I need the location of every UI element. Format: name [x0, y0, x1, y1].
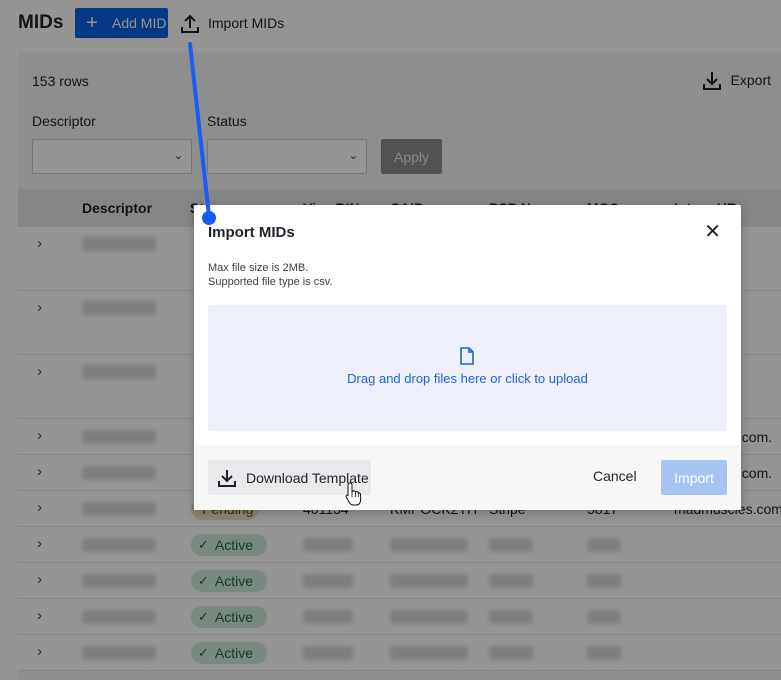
- download-icon: [218, 469, 236, 487]
- import-mids-dialog: Import MIDs ✕ Max file size is 2MB. Supp…: [194, 205, 741, 510]
- dialog-footer: Download Template Cancel Import: [194, 445, 741, 510]
- download-template-button[interactable]: Download Template: [208, 460, 371, 495]
- file-icon: [460, 347, 474, 365]
- dialog-title: Import MIDs: [208, 224, 295, 241]
- max-size-hint: Max file size is 2MB.: [208, 262, 309, 274]
- import-button[interactable]: Import: [661, 460, 727, 495]
- file-dropzone[interactable]: Drag and drop files here or click to upl…: [208, 305, 727, 431]
- file-type-hint: Supported file type is csv.: [208, 276, 333, 288]
- cancel-button[interactable]: Cancel: [593, 468, 637, 484]
- download-template-label: Download Template: [246, 469, 369, 486]
- dropzone-text[interactable]: Drag and drop files here or click to upl…: [208, 371, 727, 386]
- close-icon[interactable]: ✕: [704, 222, 721, 242]
